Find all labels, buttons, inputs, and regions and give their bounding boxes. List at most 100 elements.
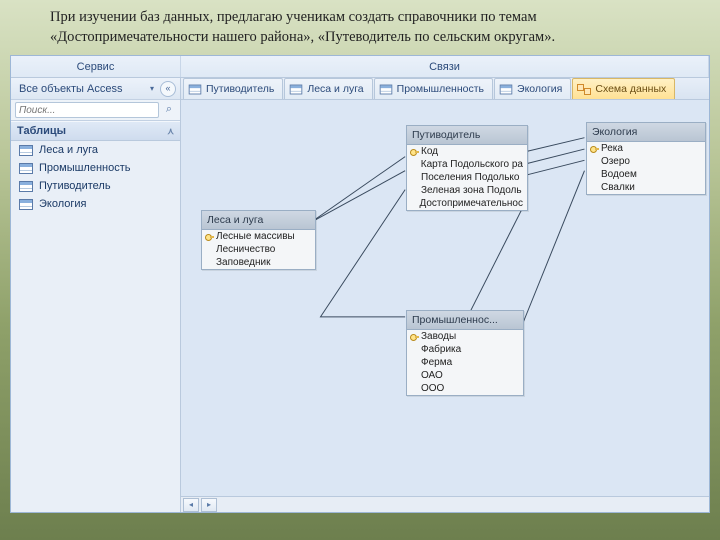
table-field[interactable]: Фабрика (407, 343, 523, 356)
table-field[interactable]: Лесные массивы (202, 230, 315, 243)
field-label: Ферма (421, 357, 452, 368)
table-field[interactable]: Лесничество (202, 243, 315, 256)
doc-tab[interactable]: Экология (494, 78, 571, 99)
nav-group-tables[interactable]: Таблицы ⋏ (11, 121, 180, 141)
nav-item-label: Экология (39, 198, 87, 210)
key-slot (409, 345, 419, 355)
table-field[interactable]: Заводы (407, 330, 523, 343)
table-icon (500, 84, 513, 94)
table-field[interactable]: Река (587, 142, 705, 155)
table-field[interactable]: Достопримечательнос (407, 197, 527, 210)
nav-item[interactable]: Промышленность (11, 159, 180, 177)
doc-tab[interactable]: Путиводитель (183, 78, 283, 99)
ribbon-tab-service[interactable]: Сервис (11, 56, 181, 77)
access-window: Сервис Связи Все объекты Access ▾ « ⌕ Та… (10, 55, 710, 513)
table-field[interactable]: Озеро (587, 155, 705, 168)
table-field[interactable]: Свалки (587, 181, 705, 194)
table-field[interactable]: ООО (407, 382, 523, 395)
primary-key-icon (409, 147, 419, 157)
table-icon (290, 84, 303, 94)
search-input[interactable] (15, 102, 159, 118)
primary-key-icon (409, 332, 419, 342)
key-slot (409, 160, 419, 170)
relationships-icon (577, 84, 591, 95)
collapse-nav-button[interactable]: « (160, 81, 176, 97)
key-slot (409, 371, 419, 381)
field-label: Река (601, 143, 623, 154)
table-icon (19, 199, 33, 210)
primary-key-icon (204, 232, 214, 242)
document-area: Путиводитель Леса и луга Промышленность Эко… (181, 78, 709, 512)
field-label: Поселения Подолько (421, 172, 519, 183)
field-label: Достопримечательнос (419, 198, 523, 209)
doc-tab-label: Промышленность (397, 83, 484, 95)
table-box-title: Леса и луга (202, 211, 315, 230)
table-field[interactable]: Водоем (587, 168, 705, 181)
table-field[interactable]: Заповедник (202, 256, 315, 269)
scroll-left-button[interactable]: ◂ (183, 498, 199, 512)
doc-tab-label: Экология (517, 83, 562, 95)
table-lesa[interactable]: Леса и лугаЛесные массивы Лесничество Запо… (201, 210, 316, 270)
key-slot (409, 186, 419, 196)
table-box-title: Путиводитель (407, 126, 527, 145)
field-label: Карта Подольского ра (421, 159, 523, 170)
scroll-right-button[interactable]: ▸ (201, 498, 217, 512)
table-eco[interactable]: ЭкологияРекаОзероВодоемСвалки (586, 122, 706, 195)
table-field[interactable]: Зеленая зона Подоль (407, 184, 527, 197)
dropdown-icon[interactable]: ▾ (150, 84, 154, 93)
doc-tab[interactable]: Промышленность (374, 78, 493, 99)
chevron-up-icon: ⋏ (167, 126, 174, 137)
table-putev[interactable]: ПутиводительКод Карта Подольского ра Посел… (406, 125, 528, 211)
field-label: Код (421, 146, 438, 157)
doc-tab-label: Схема данных (595, 83, 666, 95)
nav-title: Все объекты Access (15, 83, 144, 95)
nav-item-label: Промышленность (39, 162, 131, 174)
table-icon (379, 84, 392, 94)
table-field[interactable]: Карта Подольского ра (407, 158, 527, 171)
table-icon (19, 181, 33, 192)
slide-caption: При изучении баз данных, предлагаю учени… (0, 0, 720, 53)
field-label: Фабрика (421, 344, 461, 355)
key-slot (204, 245, 214, 255)
table-field[interactable]: ОАО (407, 369, 523, 382)
key-slot (409, 173, 419, 183)
key-slot (409, 384, 419, 394)
table-field[interactable]: Поселения Подолько (407, 171, 527, 184)
table-icon (189, 84, 202, 94)
nav-header[interactable]: Все объекты Access ▾ « (11, 78, 180, 100)
document-tabs: Путиводитель Леса и луга Промышленность Эко… (181, 78, 709, 100)
navigation-pane: Все объекты Access ▾ « ⌕ Таблицы ⋏ Леса … (11, 78, 181, 512)
key-slot (589, 183, 599, 193)
nav-item[interactable]: Леса и луга (11, 141, 180, 159)
key-slot (409, 199, 417, 209)
field-label: ООО (421, 383, 444, 394)
nav-item-label: Путиводитель (39, 180, 111, 192)
table-icon (19, 145, 33, 156)
table-box-title: Экология (587, 123, 705, 142)
nav-search: ⌕ (11, 100, 180, 121)
key-slot (204, 258, 214, 268)
field-label: Лесные массивы (216, 231, 295, 242)
nav-item-label: Леса и луга (39, 144, 98, 156)
field-label: Заводы (421, 331, 456, 342)
field-label: Зеленая зона Подоль (421, 185, 522, 196)
doc-tab[interactable]: Леса и луга (284, 78, 372, 99)
relationships-canvas[interactable]: Леса и лугаЛесные массивы Лесничество Запо… (181, 100, 709, 496)
search-icon[interactable]: ⌕ (162, 103, 176, 117)
nav-item[interactable]: Путиводитель (11, 177, 180, 195)
doc-tab[interactable]: Схема данных (572, 78, 675, 99)
doc-tab-label: Путиводитель (206, 83, 274, 95)
table-field[interactable]: Код (407, 145, 527, 158)
key-slot (409, 358, 419, 368)
field-label: Водоем (601, 169, 637, 180)
table-field[interactable]: Ферма (407, 356, 523, 369)
field-label: Заповедник (216, 257, 270, 268)
h-scrollbar[interactable]: ◂ ▸ (181, 496, 709, 512)
nav-item[interactable]: Экология (11, 195, 180, 213)
nav-group-label: Таблицы (17, 125, 66, 137)
table-prom[interactable]: Промышленнос...ЗаводыФабрикаФермаОАОООО (406, 310, 524, 396)
ribbon-tab-relations[interactable]: Связи (181, 56, 709, 77)
field-label: Лесничество (216, 244, 275, 255)
table-icon (19, 163, 33, 174)
key-slot (589, 157, 599, 167)
